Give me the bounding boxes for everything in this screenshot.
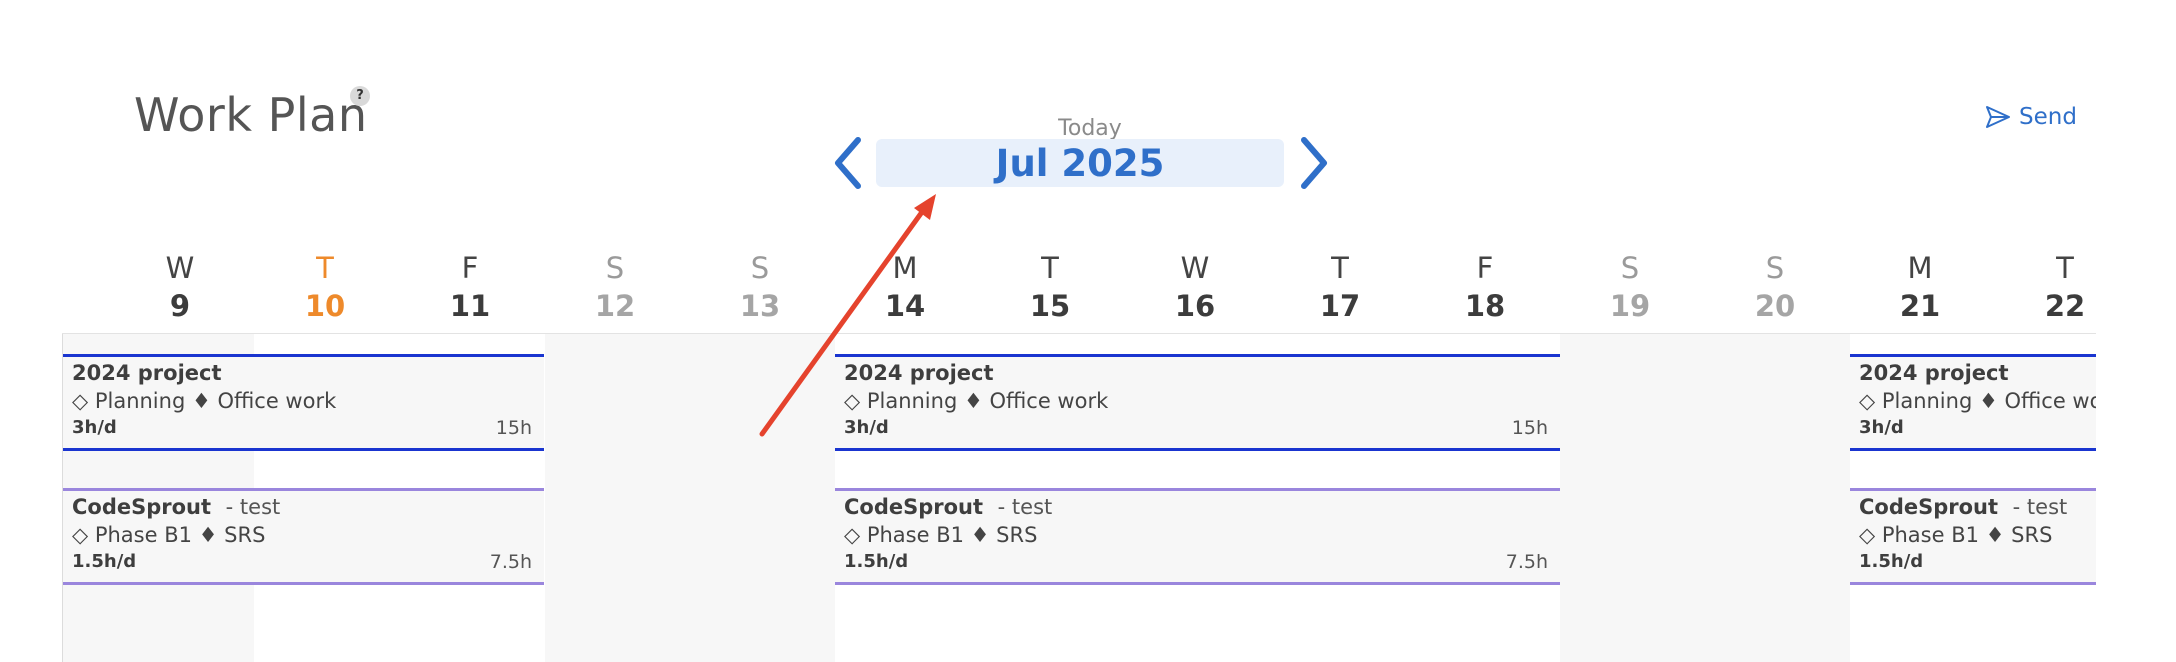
day-header: F 11	[400, 250, 540, 326]
task-title: 2024 project	[72, 361, 222, 385]
weekday-letter: S	[1765, 251, 1785, 285]
day-number: 10	[304, 289, 346, 323]
task-subtitle: - test	[225, 495, 281, 519]
task-bar-codesprout[interactable]: CodeSprout - test ◇ Phase B1 ♦ SRS 1.5h/…	[835, 488, 1560, 585]
day-number: 18	[1464, 289, 1506, 323]
task-name: CodeSprout	[844, 495, 984, 519]
weekday-letter: W	[1180, 251, 1210, 285]
weekday-letter: T	[316, 251, 334, 285]
task-title: 2024 project	[844, 361, 994, 385]
weekday-letter: T	[2056, 251, 2074, 285]
task-phase: ◇ Phase B1 ♦ SRS	[72, 523, 266, 547]
task-title: CodeSprout - test	[72, 495, 280, 519]
weekday-letter: T	[1331, 251, 1349, 285]
day-header: W 9	[110, 250, 250, 326]
send-label: Send	[2019, 104, 2077, 130]
weekday-letter: S	[750, 251, 770, 285]
day-header: T 15	[980, 250, 1120, 326]
weekday-letter: F	[1476, 251, 1494, 285]
day-number: 13	[739, 289, 781, 323]
task-title: CodeSprout - test	[1859, 495, 2067, 519]
task-name: CodeSprout	[72, 495, 212, 519]
task-rate: 1.5h/d	[72, 551, 137, 572]
day-number: 19	[1609, 289, 1651, 323]
task-phase: ◇ Phase B1 ♦ SRS	[1859, 523, 2053, 547]
weekend-shade	[545, 334, 835, 662]
day-number: 9	[169, 289, 191, 323]
day-number: 21	[1899, 289, 1941, 323]
task-title: 2024 project	[1859, 361, 2009, 385]
day-header: T 22	[1995, 250, 2135, 326]
day-header: W 16	[1125, 250, 1265, 326]
day-number: 22	[2044, 289, 2086, 323]
help-icon[interactable]: ?	[350, 86, 370, 106]
weekday-letter: W	[165, 251, 195, 285]
task-rate: 3h/d	[72, 417, 117, 438]
task-total: 15h	[1511, 417, 1548, 439]
task-title: CodeSprout - test	[844, 495, 1052, 519]
day-header-weekend: S 12	[545, 250, 685, 326]
task-phase: ◇ Planning ♦ Office work	[1859, 389, 2096, 413]
day-number: 20	[1754, 289, 1796, 323]
day-number: 11	[449, 289, 491, 323]
task-phase: ◇ Phase B1 ♦ SRS	[844, 523, 1038, 547]
day-header-weekend: S 13	[690, 250, 830, 326]
weekday-letter: S	[605, 251, 625, 285]
task-rate: 1.5h/d	[844, 551, 909, 572]
task-subtitle: - test	[997, 495, 1053, 519]
task-bar-2024-project[interactable]: 2024 project ◇ Planning ♦ Office work 3h…	[835, 354, 1560, 451]
day-number: 14	[884, 289, 926, 323]
day-header: F 18	[1415, 250, 1555, 326]
day-header-today: T 10	[255, 250, 395, 326]
current-month: Jul 2025	[995, 141, 1165, 185]
task-total: 7.5h	[489, 551, 532, 573]
task-rate: 1.5h/d	[1859, 551, 1924, 572]
task-bar-codesprout[interactable]: CodeSprout - test ◇ Phase B1 ♦ SRS 1.5h/…	[1850, 488, 2096, 585]
weekday-letter: M	[1907, 251, 1933, 285]
task-bar-codesprout[interactable]: CodeSprout - test ◇ Phase B1 ♦ SRS 1.5h/…	[63, 488, 544, 585]
weekday-letter: T	[1041, 251, 1059, 285]
send-button[interactable]: Send	[1985, 102, 2077, 132]
prev-month-button[interactable]	[828, 134, 868, 192]
task-phase: ◇ Planning ♦ Office work	[844, 389, 1109, 413]
month-selector[interactable]: Jul 2025	[876, 139, 1284, 187]
task-subtitle: - test	[2012, 495, 2068, 519]
chevron-left-icon	[835, 137, 861, 189]
weekday-letter: F	[461, 251, 479, 285]
send-icon	[1986, 106, 2010, 128]
day-number: 17	[1319, 289, 1361, 323]
next-month-button[interactable]	[1294, 134, 1334, 192]
task-rate: 3h/d	[1859, 417, 1904, 438]
day-number: 16	[1174, 289, 1216, 323]
day-header-weekend: S 19	[1560, 250, 1700, 326]
page-title: Work Plan	[134, 88, 368, 142]
weekend-shade	[1560, 334, 1850, 662]
day-header: T 17	[1270, 250, 1410, 326]
task-rate: 3h/d	[844, 417, 889, 438]
task-bar-2024-project[interactable]: 2024 project ◇ Planning ♦ Office work 3h…	[1850, 354, 2096, 451]
day-header-weekend: S 20	[1705, 250, 1845, 326]
task-total: 7.5h	[1505, 551, 1548, 573]
task-phase: ◇ Planning ♦ Office work	[72, 389, 337, 413]
day-header: M 14	[835, 250, 975, 326]
today-link[interactable]: Today	[1040, 116, 1140, 141]
day-number: 15	[1029, 289, 1071, 323]
task-name: CodeSprout	[1859, 495, 1999, 519]
task-total: 15h	[495, 417, 532, 439]
weekday-letter: S	[1620, 251, 1640, 285]
day-number: 12	[594, 289, 636, 323]
chevron-right-icon	[1301, 137, 1327, 189]
task-bar-2024-project[interactable]: 2024 project ◇ Planning ♦ Office work 3h…	[63, 354, 544, 451]
day-header: M 21	[1850, 250, 1990, 326]
weekday-letter: M	[892, 251, 918, 285]
